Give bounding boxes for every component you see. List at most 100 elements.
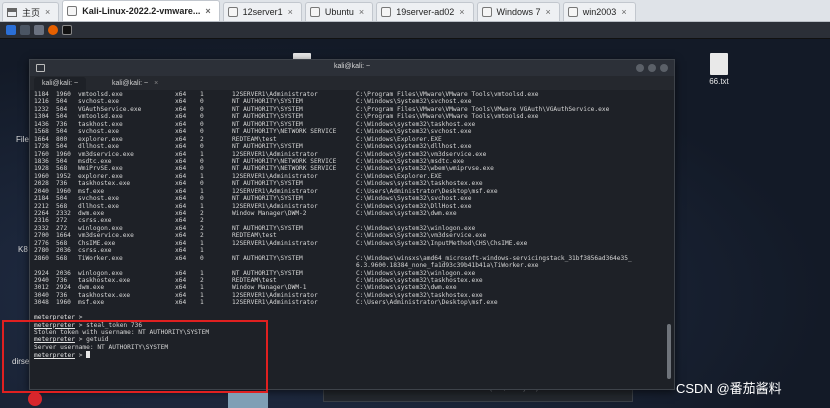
close-tab-icon[interactable]: × [621,7,626,17]
process-cell: x64 [175,187,187,195]
files-icon[interactable] [34,25,44,35]
terminal-tab[interactable]: kali@kali: ~ [34,77,87,90]
process-cell: x64 [175,128,187,136]
process-cell: 12SERVER1\Administrator [232,291,318,299]
host-tab[interactable]: Ubuntu × [304,2,374,21]
process-cell: x64 [175,98,187,106]
process-cell: 1304 [34,113,49,121]
process-cell: 1 [200,299,204,307]
process-cell: 12SERVER1\Administrator [232,202,318,210]
host-tab[interactable]: Kali-Linux-2022.2-vmware... × [62,0,220,21]
close-tab-icon[interactable]: × [154,80,158,87]
process-cell: svchost.exe [78,98,119,106]
terminal-launcher-icon[interactable] [62,25,72,35]
host-tab[interactable]: Windows 7 × [476,2,560,21]
process-cell: 1960 [56,299,71,307]
host-tab[interactable]: 主页 × [2,2,60,21]
process-row: 3040 736 taskhostex.exe x64 1 12SERVER1\Admin… [34,292,662,299]
process-cell: C:\Windows\System32\svchost.exe [356,195,472,203]
process-cell: dllhost.exe [78,143,119,151]
process-row: 2316 272 csrss.exe x64 2 [34,217,662,224]
process-cell: C:\Users\Administrator\Desktop\msf.exe [356,299,498,307]
process-cell: x64 [175,224,187,232]
close-tab-icon[interactable]: × [459,7,464,17]
process-cell: 2924 [56,284,71,292]
process-cell: 1960 [56,187,71,195]
process-cell: 0 [200,128,204,136]
tab-label: kali@kali: ~ [112,80,149,87]
scrollbar[interactable] [667,94,671,384]
process-cell: 1836 [34,157,49,165]
host-tab-label: win2003 [582,7,617,17]
process-cell: 2700 [34,232,49,240]
process-cell: NT AUTHORITY\NETWORK SERVICE [232,165,337,173]
host-tab[interactable]: win2003 × [562,2,636,21]
process-cell: 2184 [34,195,49,203]
workspace-icon[interactable] [20,25,30,35]
home-icon [7,7,17,17]
process-cell: NT AUTHORITY\NETWORK SERVICE [232,157,337,165]
process-row: 2212 568 dllhost.exe x64 1 12SERVER1\Administ… [34,203,662,210]
close-tab-icon[interactable]: × [288,7,293,17]
process-cell: C:\Windows\System32\svchost.exe [356,98,472,106]
process-cell: 1960 [56,150,71,158]
process-cell: 2332 [34,224,49,232]
minimize-button[interactable] [636,64,644,72]
process-cell: explorer.exe [78,172,123,180]
process-cell: 1 [200,150,204,158]
desktop-text-file-icon[interactable]: 66.txt [705,53,733,86]
process-cell: 2 [200,232,204,240]
process-cell: 1 [200,202,204,210]
host-tab-label: 19server-ad02 [396,7,455,17]
process-row: 1436 736 taskhost.exe x64 0 NT AUTHORITY\SYST… [34,121,662,128]
kali-top-panel [0,22,830,39]
close-button[interactable] [660,64,668,72]
close-tab-icon[interactable]: × [546,7,551,17]
host-tab[interactable]: 19server-ad02 × [376,2,474,21]
host-tab[interactable]: 12server1 × [222,2,302,21]
process-cell: C:\Windows\winsxs\amd64_microsoft-window… [356,254,632,262]
process-cell: 504 [56,195,68,203]
process-cell: msdtc.exe [78,157,112,165]
terminal-tab[interactable]: kali@kali: ~ × [104,77,166,90]
vm-icon [567,7,578,17]
close-tab-icon[interactable]: × [45,7,50,17]
process-cell: dwm.exe [78,210,105,217]
process-row: 2332 272 winlogon.exe x64 2 NT AUTHORITY\SYST… [34,225,662,232]
close-tab-icon[interactable]: × [205,6,210,16]
process-cell: NT AUTHORITY\SYSTEM [232,120,303,128]
close-tab-icon[interactable]: × [359,7,364,17]
process-cell: 0 [200,105,204,113]
process-row: 1960 1952 explorer.exe x64 1 12SERVER1\Admini… [34,173,662,180]
process-cell: x64 [175,284,187,292]
process-cell: x64 [175,239,187,247]
process-cell: 1 [200,239,204,247]
process-cell: 0 [200,157,204,165]
process-cell: 1960 [56,91,71,98]
process-cell: 12SERVER1\Administrator [232,239,318,247]
process-cell: 0 [200,195,204,203]
process-cell: C:\Windows\system32\taskhostex.exe [356,276,483,284]
process-cell: 6.3.9600.18384_none_fa1d93c39b41b41a\TiW… [356,262,539,270]
tab-label: kali@kali: ~ [42,80,79,87]
process-cell: x64 [175,135,187,143]
process-cell: 1568 [34,128,49,136]
process-cell: C:\Windows\system32\dwm.exe [356,210,457,217]
process-cell: vmtoolsd.exe [78,91,123,98]
process-row: 2184 504 svchost.exe x64 0 NT AUTHORITY\SYSTE… [34,195,662,202]
process-cell: WmiPrvSE.exe [78,165,123,173]
process-cell: x64 [175,150,187,158]
process-row: 1836 504 msdtc.exe x64 0 NT AUTHORITY\NETWORK… [34,158,662,165]
process-cell: REDTEAM\test [232,135,277,143]
process-cell: C:\Windows\system32\DllHost.exe [356,202,472,210]
maximize-button[interactable] [648,64,656,72]
scrollbar-thumb[interactable] [667,324,671,379]
terminal-titlebar[interactable]: kali@kali: ~ [30,60,674,76]
firefox-icon[interactable] [48,25,58,35]
process-cell: x64 [175,157,187,165]
process-cell: 1184 [34,91,49,98]
kali-menu-icon[interactable] [6,25,16,35]
process-row: 1568 504 svchost.exe x64 0 NT AUTHORITY\NETWO… [34,128,662,135]
highlight-box [2,320,268,393]
